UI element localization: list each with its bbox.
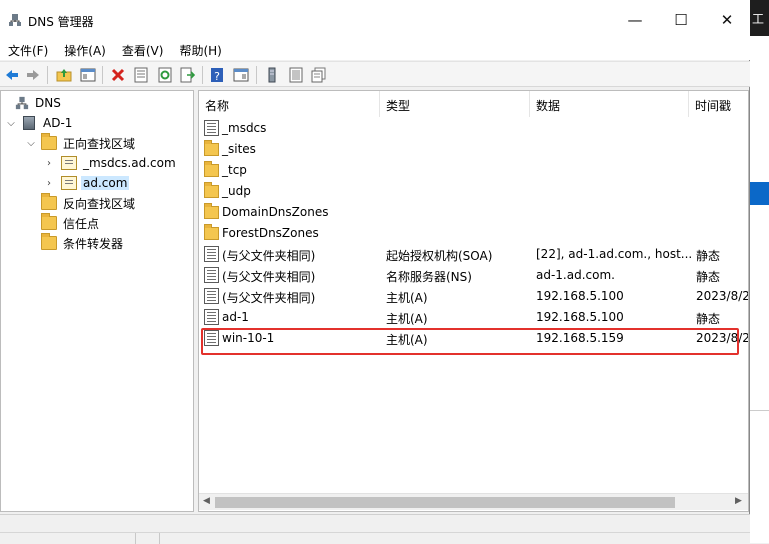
menu-view[interactable]: 查看(V) bbox=[114, 40, 172, 60]
records-icon[interactable] bbox=[310, 66, 328, 84]
list-item[interactable]: _tcp bbox=[199, 160, 748, 181]
tree-item-trust-points[interactable]: 信任点 bbox=[27, 213, 99, 232]
folder-icon bbox=[41, 193, 57, 210]
collapse-chevron-icon[interactable]: ⌵ bbox=[25, 138, 37, 149]
records-list: 名称 类型 数据 时间戳 _msdcs _sites _tcp _udp Dom… bbox=[198, 90, 749, 512]
menu-file[interactable]: 文件(F) bbox=[0, 40, 56, 60]
export-list-icon[interactable] bbox=[178, 66, 196, 84]
expand-chevron-icon[interactable]: › bbox=[43, 158, 55, 169]
expand-chevron-icon[interactable]: › bbox=[43, 178, 55, 189]
status-pane bbox=[0, 533, 136, 544]
back-icon[interactable] bbox=[3, 66, 21, 84]
scrollbar-thumb[interactable] bbox=[215, 497, 675, 508]
list-item[interactable]: _sites bbox=[199, 139, 748, 160]
toolbar: ? bbox=[0, 61, 750, 87]
record-icon bbox=[204, 309, 219, 325]
list-item[interactable]: DomainDnsZones bbox=[199, 202, 748, 223]
list-item[interactable]: _msdcs bbox=[199, 118, 748, 139]
subzone-icon bbox=[204, 120, 219, 136]
folder-icon bbox=[204, 203, 219, 219]
title-bar: DNS 管理器 — ☐ ✕ bbox=[0, 0, 750, 40]
folder-icon bbox=[204, 224, 219, 240]
folder-icon bbox=[204, 161, 219, 177]
delete-icon[interactable] bbox=[109, 66, 127, 84]
console-tree: DNS ⌵ AD-1 ⌵ 正向查找区域 › _msdcs.ad.com › ad… bbox=[0, 90, 194, 512]
svg-text:?: ? bbox=[214, 70, 220, 83]
horizontal-scrollbar[interactable]: ◀ ▶ bbox=[199, 493, 748, 510]
menu-help[interactable]: 帮助(H) bbox=[171, 40, 229, 60]
tree-item-reverse-zones[interactable]: 反向查找区域 bbox=[27, 193, 135, 212]
scroll-right-icon[interactable]: ▶ bbox=[735, 496, 742, 506]
menu-action[interactable]: 操作(A) bbox=[56, 40, 114, 60]
table-row[interactable]: (与父文件夹相同) 主机(A) 192.168.5.100 2023/8/2 bbox=[199, 286, 748, 307]
folder-icon bbox=[41, 213, 57, 230]
close-button[interactable]: ✕ bbox=[704, 0, 750, 40]
tree-item-zone-msdcs[interactable]: › _msdcs.ad.com bbox=[43, 154, 176, 172]
dns-manager-window: DNS 管理器 — ☐ ✕ 文件(F) 操作(A) 查看(V) 帮助(H) ? … bbox=[0, 0, 750, 544]
up-folder-icon[interactable] bbox=[55, 66, 73, 84]
dns-app-icon bbox=[9, 14, 21, 26]
console-view-icon[interactable] bbox=[232, 66, 250, 84]
dns-icon bbox=[15, 96, 29, 110]
folder-icon bbox=[204, 182, 219, 198]
column-header-timestamp[interactable]: 时间戳 bbox=[689, 91, 748, 117]
tree-item-zone-ad-com[interactable]: › ad.com bbox=[43, 174, 130, 192]
record-icon bbox=[204, 267, 219, 283]
forward-icon[interactable] bbox=[24, 66, 42, 84]
column-header-type[interactable]: 类型 bbox=[380, 91, 530, 117]
record-icon bbox=[204, 288, 219, 304]
record-icon bbox=[204, 246, 219, 262]
collapse-chevron-icon[interactable]: ⌵ bbox=[5, 118, 17, 129]
status-bar bbox=[0, 514, 750, 544]
tree-item-conditional-forwarders[interactable]: 条件转发器 bbox=[27, 233, 123, 252]
tree-item-dns[interactable]: DNS bbox=[3, 94, 61, 112]
folder-icon bbox=[204, 140, 219, 156]
highlight-annotation-box bbox=[201, 328, 739, 355]
refresh-icon[interactable] bbox=[156, 66, 174, 84]
list-item[interactable]: _udp bbox=[199, 181, 748, 202]
help-icon[interactable]: ? bbox=[208, 66, 226, 84]
maximize-button[interactable]: ☐ bbox=[658, 0, 704, 40]
status-pane bbox=[136, 533, 160, 544]
minimize-button[interactable]: — bbox=[612, 0, 658, 40]
folder-icon bbox=[41, 133, 57, 150]
server-icon bbox=[23, 116, 35, 130]
list-icon[interactable] bbox=[287, 66, 305, 84]
scroll-left-icon[interactable]: ◀ bbox=[203, 496, 210, 506]
menu-bar: 文件(F) 操作(A) 查看(V) 帮助(H) bbox=[0, 40, 750, 60]
column-header-name[interactable]: 名称 bbox=[199, 91, 380, 117]
show-hide-tree-icon[interactable] bbox=[79, 66, 97, 84]
window-title: DNS 管理器 bbox=[28, 15, 94, 29]
table-row[interactable]: (与父文件夹相同) 起始授权机构(SOA) [22], ad-1.ad.com.… bbox=[199, 244, 748, 265]
tree-item-forward-zones[interactable]: ⌵ 正向查找区域 bbox=[25, 133, 135, 152]
list-item[interactable]: ForestDnsZones bbox=[199, 223, 748, 244]
background-window-text: 工 bbox=[752, 12, 765, 26]
server-icon[interactable] bbox=[263, 66, 281, 84]
zone-icon bbox=[61, 156, 77, 170]
properties-icon[interactable] bbox=[132, 66, 150, 84]
table-row[interactable]: (与父文件夹相同) 名称服务器(NS) ad-1.ad.com. 静态 bbox=[199, 265, 748, 286]
folder-icon bbox=[41, 233, 57, 250]
column-header-data[interactable]: 数据 bbox=[530, 91, 689, 117]
background-window: 工 bbox=[750, 0, 769, 543]
tree-item-server[interactable]: ⌵ AD-1 bbox=[5, 114, 72, 132]
table-row[interactable]: ad-1 主机(A) 192.168.5.100 静态 bbox=[199, 307, 748, 328]
zone-icon bbox=[61, 176, 77, 190]
